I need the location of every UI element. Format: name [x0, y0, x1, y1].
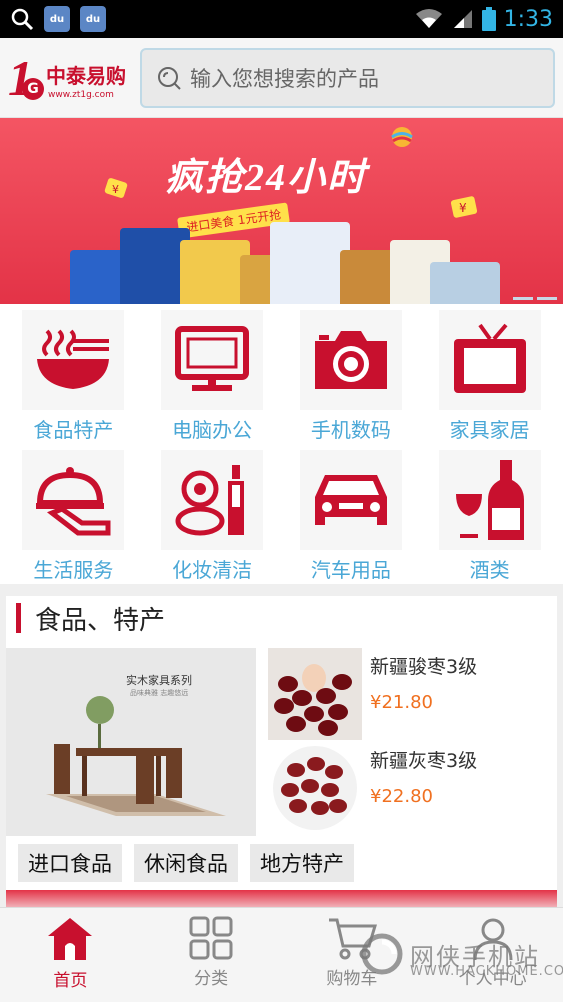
category-label: 化妆清洁 [172, 558, 253, 582]
watermark-url: WWW.HACKHOME.COM [410, 964, 563, 979]
watermark-logo-icon [361, 933, 403, 975]
home-icon [48, 918, 93, 960]
logo[interactable]: 1 G 中泰易购 www.zt1g.com [8, 48, 136, 108]
baidu-icon: du [44, 6, 70, 32]
signal-icon [453, 10, 472, 28]
food-section: 食品、特产 实木家具系列 品味典雅 志趣悠远 新疆骏枣3级 ¥21.80 新疆灰… [6, 596, 557, 912]
pager-dot[interactable] [513, 297, 533, 300]
tab-category[interactable]: 分类 [141, 908, 282, 1002]
category-cosmetics[interactable]: 化妆清洁 [143, 450, 282, 590]
section-tags: 进口食品 休闲食品 地方特产 [18, 844, 354, 882]
category-label: 汽车用品 [310, 558, 391, 582]
category-home[interactable]: 家具家居 [420, 310, 559, 450]
category-label: 生活服务 [33, 558, 114, 582]
category-label: 电脑办公 [172, 418, 253, 442]
balloon-icon [391, 127, 413, 147]
noodle-bowl-icon [22, 310, 125, 410]
tag-snack-food[interactable]: 休闲食品 [134, 844, 238, 882]
logo-url: www.zt1g.com [48, 89, 114, 100]
svg-text:¥: ¥ [459, 201, 467, 215]
svg-text:¥: ¥ [112, 183, 119, 196]
search-placeholder: 输入您想搜索的产品 [190, 66, 379, 91]
feature-banner[interactable]: 实木家具系列 品味典雅 志趣悠远 [6, 648, 256, 836]
wifi-icon [415, 9, 442, 28]
logo-brand: 中泰易购 [46, 63, 126, 88]
cosmetics-icon [161, 450, 264, 550]
coin-icon: ¥ [450, 196, 478, 218]
battery-icon [481, 7, 496, 31]
camera-icon [299, 310, 402, 410]
product-price: ¥22.80 [370, 786, 433, 807]
tab-label: 分类 [194, 969, 229, 989]
status-bar: du du 1:33 [0, 0, 563, 38]
pager-dot[interactable] [537, 297, 557, 300]
coin-icon: ¥ [104, 178, 128, 198]
category-label: 食品特产 [33, 418, 114, 442]
car-icon [299, 450, 402, 550]
product-item[interactable]: 新疆灰枣3级 ¥22.80 [268, 742, 548, 834]
category-food[interactable]: 食品特产 [4, 310, 143, 450]
tv-icon [438, 310, 541, 410]
tag-local-specialty[interactable]: 地方特产 [250, 844, 354, 882]
product-item[interactable]: 新疆骏枣3级 ¥21.80 [268, 648, 548, 740]
category-service[interactable]: 生活服务 [4, 450, 143, 590]
category-grid: 食品特产 电脑办公 手机数码 家具家居 生活服务 化妆清洁 汽车用品 酒类 [0, 304, 563, 584]
tag-imported-food[interactable]: 进口食品 [18, 844, 122, 882]
wine-icon [438, 450, 541, 550]
category-office[interactable]: 电脑办公 [143, 310, 282, 450]
product-name: 新疆灰枣3级 [370, 750, 478, 772]
banner-products [70, 218, 500, 304]
logo-letter: G [22, 77, 44, 100]
watermark: 网侠手机站 WWW.HACKHOME.COM [360, 932, 563, 979]
category-wine[interactable]: 酒类 [420, 450, 559, 590]
baidu-icon: du [80, 6, 106, 32]
category-auto[interactable]: 汽车用品 [282, 450, 421, 590]
product-thumbnail [268, 742, 362, 834]
section-accent-bar [16, 603, 21, 633]
product-price: ¥21.80 [370, 692, 433, 713]
search-icon [158, 66, 181, 90]
status-time: 1:33 [503, 6, 553, 32]
promo-banner[interactable]: 疯抢24小时 进口美食 1元开抢 ¥ ¥ [0, 118, 563, 304]
category-digital[interactable]: 手机数码 [282, 310, 421, 450]
tab-label: 首页 [53, 971, 88, 991]
section-title: 食品、特产 [35, 605, 166, 636]
service-tray-icon [22, 450, 125, 550]
product-name: 新疆骏枣3级 [370, 656, 478, 678]
furniture-image [46, 696, 226, 816]
search-input[interactable]: 输入您想搜索的产品 [140, 47, 555, 108]
search-icon [11, 8, 34, 31]
banner-pager [513, 297, 557, 300]
banner-title: 疯抢24小时 [165, 157, 368, 199]
header: 1 G 中泰易购 www.zt1g.com 输入您想搜索的产品 [0, 38, 563, 118]
monitor-icon [161, 310, 264, 410]
tab-home[interactable]: 首页 [0, 908, 141, 1002]
category-label: 家具家居 [449, 418, 530, 442]
product-thumbnail [268, 648, 362, 740]
section-header: 食品、特产 [6, 596, 557, 640]
category-label: 手机数码 [310, 418, 391, 442]
grid-icon [189, 916, 233, 960]
category-label: 酒类 [469, 558, 510, 582]
